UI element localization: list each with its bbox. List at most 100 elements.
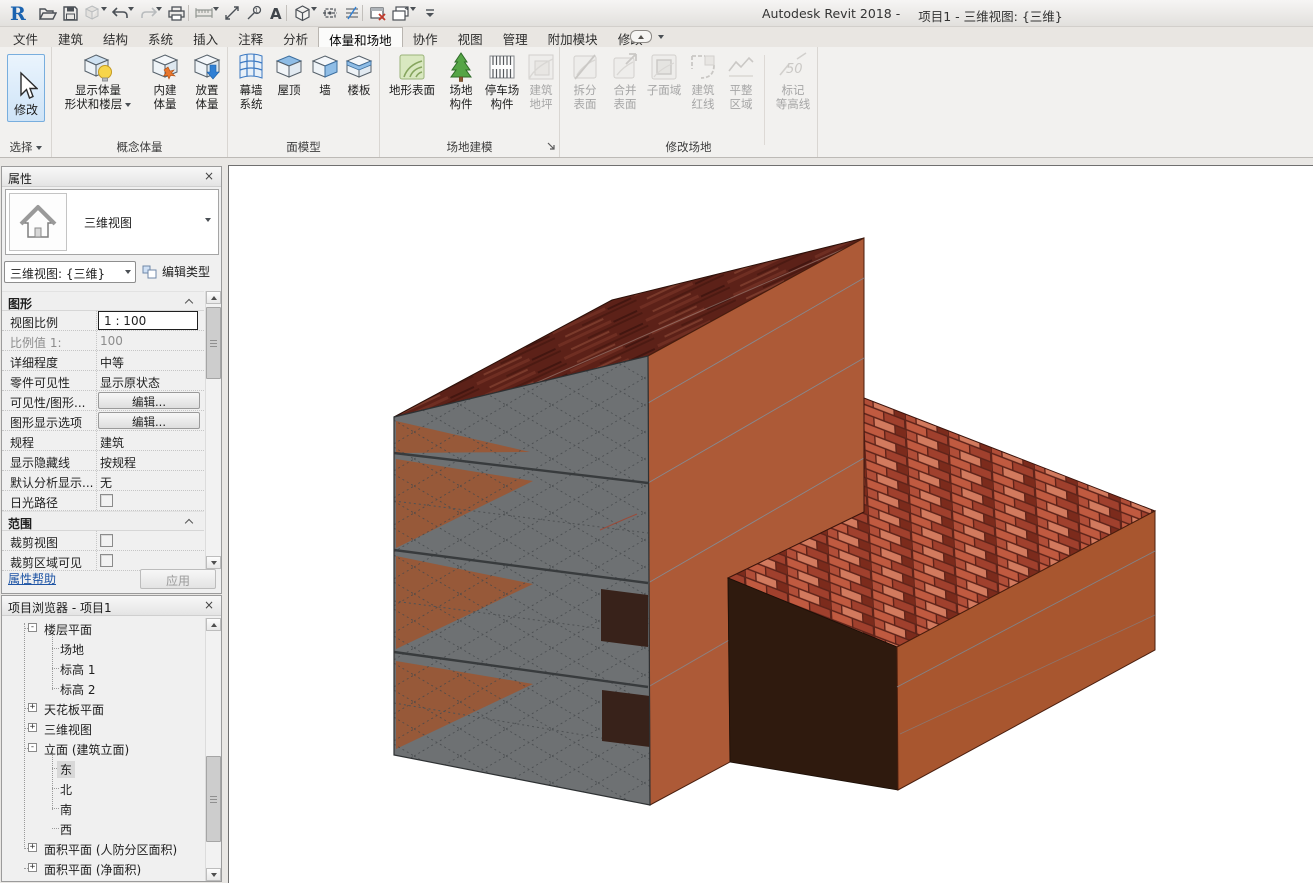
crop-region-visible-checkbox[interactable] [100,554,113,567]
collapse-expander-icon[interactable]: - [28,743,37,752]
project-browser-close-icon[interactable]: × [202,598,216,612]
section-graphics[interactable]: 图形 [2,291,204,311]
print-icon[interactable] [166,2,186,24]
view-scale-input[interactable]: 1 : 100 [98,311,198,330]
properties-header[interactable]: 属性 × [2,167,221,187]
type-selector-caret-icon[interactable] [205,218,211,222]
apply-button[interactable]: 应用 [140,569,216,589]
customize-quick-access-toolbar-icon[interactable] [420,2,440,24]
save-icon[interactable] [60,2,80,24]
project-browser-header[interactable]: 项目浏览器 - 项目1 × [2,596,221,616]
ribbon-cycle-icon[interactable] [630,30,652,43]
site-component-button[interactable]: 场地 构件 [442,51,480,111]
tab-massing-site[interactable]: 体量和场地 [318,27,403,47]
panel-select-label[interactable]: 选择 [0,139,51,155]
edit-type-button[interactable]: 编辑类型 [142,263,210,280]
show-mass-button[interactable]: 显示体量 形状和楼层 [58,51,138,111]
aligned-dimension-icon[interactable] [222,2,242,24]
undo-icon[interactable] [110,2,130,24]
drawing-area[interactable] [228,165,1313,883]
redo-icon[interactable] [138,2,158,24]
roof-by-face-button[interactable]: 屋顶 [272,51,306,97]
tab-addins[interactable]: 附加模块 [538,27,608,47]
graded-region-button[interactable]: 平整 区域 [722,51,760,111]
tree-item-ceiling-plans[interactable]: + 天花板平面 [2,699,204,717]
revit-logo-icon[interactable]: R [6,2,32,24]
expand-expander-icon[interactable]: + [28,863,37,872]
expand-expander-icon[interactable]: + [28,881,37,882]
merge-surfaces-button[interactable]: 合并 表面 [606,51,644,111]
tab-collaborate[interactable]: 协作 [403,27,448,47]
toposurface-button[interactable]: 地形表面 [386,51,438,97]
mass-glass-face[interactable] [394,356,650,806]
properties-scroll-thumb[interactable] [206,307,221,379]
discipline-value[interactable]: 建筑 [100,434,124,451]
properties-close-icon[interactable]: × [202,169,216,183]
project-browser-scrollbar[interactable] [205,618,220,881]
undo-caret-icon[interactable] [128,7,134,25]
graphic-display-options-edit-button[interactable]: 编辑... [98,412,200,429]
tab-view[interactable]: 视图 [448,27,493,47]
tab-analyze[interactable]: 分析 [273,27,318,47]
tree-item-west[interactable]: 西 [2,819,204,837]
instance-filter-combo[interactable]: 三维视图: {三维} [4,261,136,283]
expand-expander-icon[interactable]: + [28,843,37,852]
browser-scroll-thumb[interactable] [206,756,221,842]
model-3d-view[interactable] [229,166,1313,883]
visibility-graphics-edit-button[interactable]: 编辑... [98,392,200,409]
site-modeling-dialog-launcher-icon[interactable] [547,140,556,154]
split-surface-button[interactable]: 拆分 表面 [566,51,604,111]
tree-item-elevations[interactable]: - 立面 (建筑立面) [2,739,204,757]
tab-insert[interactable]: 插入 [183,27,228,47]
detail-level-value[interactable]: 中等 [100,354,124,371]
type-selector[interactable]: 三维视图 [5,189,219,255]
tree-item-level-1[interactable]: 标高 1 [2,659,204,677]
tree-item-floor-plans[interactable]: - 楼层平面 [2,619,204,637]
section-icon[interactable] [320,2,340,24]
redo-caret-icon[interactable] [156,7,162,25]
tab-annotate[interactable]: 注释 [228,27,273,47]
curtain-system-button[interactable]: 幕墙 系统 [232,51,270,111]
floor-by-face-button[interactable]: 楼板 [342,51,376,97]
collapse-expander-icon[interactable]: - [28,623,37,632]
subregion-button[interactable]: 子面域 [646,51,682,97]
place-mass-button[interactable]: 放置 体量 [188,51,226,111]
tree-item-3d-views[interactable]: + 三维视图 [2,719,204,737]
tab-manage[interactable]: 管理 [493,27,538,47]
scroll-down-icon[interactable] [211,561,217,565]
tree-item-area-plan-civil-defense[interactable]: + 面积平面 (人防分区面积) [2,839,204,857]
parking-component-button[interactable]: 停车场 构件 [480,51,524,111]
default-analysis-display-value[interactable]: 无 [100,474,112,491]
tree-item-north[interactable]: 北 [2,779,204,797]
wall-by-face-button[interactable]: 墙 [308,51,342,97]
tree-item-area-plan-net[interactable]: + 面积平面 (净面积) [2,859,204,877]
tree-item-south[interactable]: 南 [2,799,204,817]
sync-with-central-icon[interactable] [82,2,102,24]
measure-icon[interactable] [194,2,214,24]
sun-path-checkbox[interactable] [100,494,113,507]
property-line-button[interactable]: 建筑 红线 [684,51,722,111]
default-3d-view-caret-icon[interactable] [311,7,317,25]
default-3d-view-icon[interactable] [292,2,312,24]
crop-view-checkbox[interactable] [100,534,113,547]
sync-caret-icon[interactable] [101,7,107,25]
expand-expander-icon[interactable]: + [28,723,37,732]
tree-item-area-plan-gross[interactable]: + 面积平面 (总建筑面积) [2,877,204,882]
tag-by-category-icon[interactable]: 1 [244,2,264,24]
tree-item-east[interactable]: 东 [2,759,204,777]
measure-caret-icon[interactable] [213,7,219,25]
open-icon[interactable] [38,2,58,24]
thin-lines-icon[interactable] [342,2,362,24]
scroll-up-icon[interactable] [211,623,217,627]
switch-windows-caret-icon[interactable] [410,7,416,25]
properties-help-link[interactable]: 属性帮助 [8,570,56,587]
text-icon[interactable]: A [266,2,286,24]
tab-systems[interactable]: 系统 [138,27,183,47]
tree-item-site[interactable]: 场地 [2,639,204,657]
tab-file[interactable]: 文件 [3,27,48,47]
expand-expander-icon[interactable]: + [28,703,37,712]
selected-tree-item[interactable]: 东 [57,761,75,778]
tab-architecture[interactable]: 建筑 [48,27,93,47]
properties-scrollbar[interactable] [205,291,220,569]
scroll-down-icon[interactable] [211,873,217,877]
